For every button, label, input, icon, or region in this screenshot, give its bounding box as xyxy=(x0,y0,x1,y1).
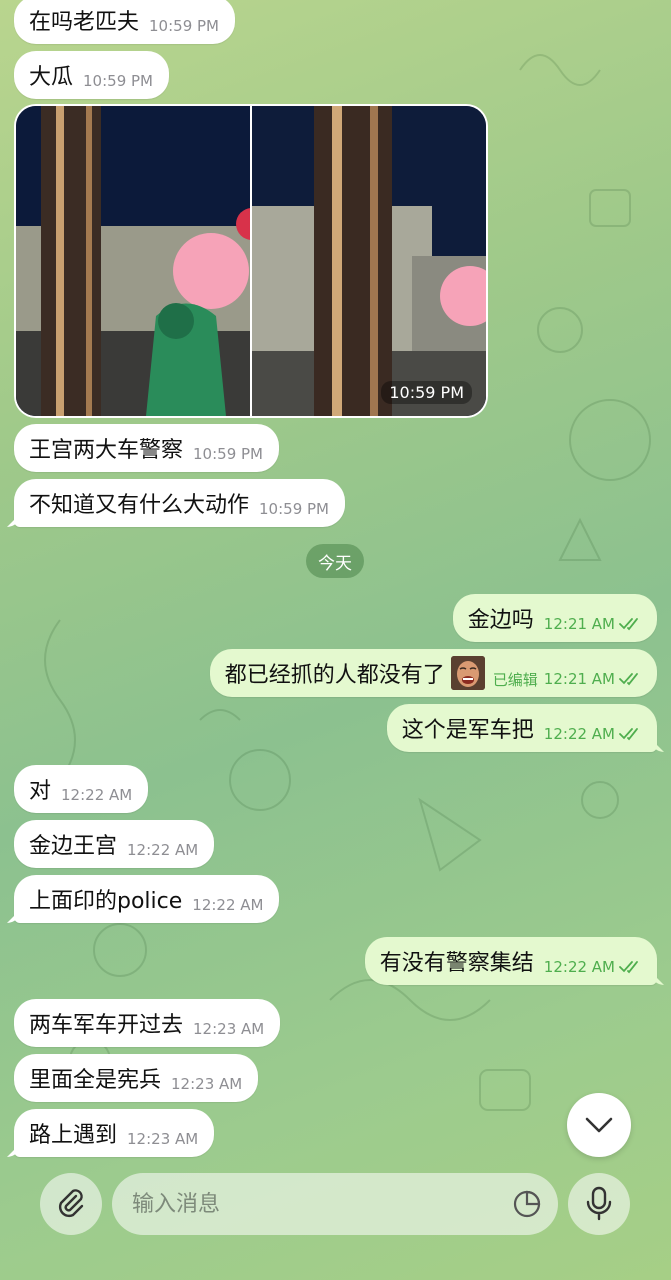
message-time: 12:21 AM xyxy=(543,615,615,633)
message-text: 这个是军车把 xyxy=(401,718,534,743)
voice-message-button[interactable] xyxy=(568,1173,630,1235)
message-time: 12:22 AM xyxy=(543,725,615,743)
photo-thumbnail[interactable]: 10:59 PM xyxy=(252,106,486,416)
message-time: 12:23 AM xyxy=(171,1075,243,1093)
message-input[interactable] xyxy=(130,1190,494,1218)
message-time: 12:21 AM xyxy=(543,670,615,688)
photo-album-message[interactable]: 10:59 PM xyxy=(14,104,488,418)
message-text: 有没有警察集结 xyxy=(379,951,534,976)
read-checkmarks-icon xyxy=(619,672,641,686)
read-checkmarks-icon xyxy=(619,727,641,741)
message-text: 金边王宫 xyxy=(29,834,118,859)
message-bubble-outgoing[interactable]: 这个是军车把 12:22 AM xyxy=(386,704,657,752)
message-bubble-outgoing[interactable]: 都已经抓的人都没有了 已编辑 12:21 AM xyxy=(209,649,657,697)
photo-timestamp: 10:59 PM xyxy=(381,381,472,404)
message-text: 都已经抓的人都没有了 xyxy=(224,663,445,688)
message-bubble[interactable]: 王宫两大车警察 10:59 PM xyxy=(14,424,279,472)
message-bubble[interactable]: 对 12:22 AM xyxy=(14,765,149,813)
read-checkmarks-icon xyxy=(619,617,641,631)
photo-thumbnail[interactable] xyxy=(16,106,250,416)
message-text: 大瓜 xyxy=(29,65,74,90)
message-bubble[interactable]: 两车军车开过去 12:23 AM xyxy=(14,999,281,1047)
message-bubble-outgoing[interactable]: 金边吗 12:21 AM xyxy=(452,594,657,642)
sticker-icon[interactable] xyxy=(512,1189,542,1223)
message-text: 不知道又有什么大动作 xyxy=(29,493,250,518)
message-time: 10:59 PM xyxy=(259,500,329,518)
message-time: 12:22 AM xyxy=(61,786,133,804)
message-bubble-outgoing[interactable]: 有没有警察集结 12:22 AM xyxy=(364,937,657,985)
message-text: 王宫两大车警察 xyxy=(29,438,184,463)
message-bubble[interactable]: 上面印的police 12:22 AM xyxy=(14,875,280,923)
laughing-face-emoji-icon xyxy=(450,656,485,690)
edited-label: 已编辑 xyxy=(492,670,538,689)
message-time: 10:59 PM xyxy=(149,17,219,35)
message-time: 12:22 AM xyxy=(127,841,199,859)
message-bubble[interactable]: 不知道又有什么大动作 10:59 PM xyxy=(14,479,345,527)
message-text: 两车军车开过去 xyxy=(29,1013,184,1038)
read-checkmarks-icon xyxy=(619,960,641,974)
message-text: 上面印的police xyxy=(29,889,183,914)
scroll-to-bottom-button[interactable] xyxy=(567,1093,631,1157)
message-bubble[interactable]: 路上遇到 12:23 AM xyxy=(14,1109,215,1157)
message-time: 12:22 AM xyxy=(192,896,264,914)
message-bubble[interactable]: 金边王宫 12:22 AM xyxy=(14,820,215,868)
photo-image xyxy=(16,106,250,416)
message-bubble[interactable]: 大瓜 10:59 PM xyxy=(14,51,169,99)
chevron-down-icon xyxy=(585,1117,613,1133)
message-text: 在吗老匹夫 xyxy=(29,10,140,35)
message-time: 10:59 PM xyxy=(193,445,263,463)
message-bubble[interactable]: 里面全是宪兵 12:23 AM xyxy=(14,1054,259,1102)
photo-image xyxy=(252,106,486,416)
microphone-icon xyxy=(586,1186,612,1221)
message-time: 12:23 AM xyxy=(193,1020,265,1038)
message-text: 里面全是宪兵 xyxy=(29,1068,162,1093)
message-time: 12:22 AM xyxy=(543,958,615,976)
message-time: 10:59 PM xyxy=(83,72,153,90)
message-input-container[interactable] xyxy=(112,1173,558,1235)
paperclip-icon xyxy=(58,1189,84,1218)
message-bubble[interactable]: 在吗老匹夫 10:59 PM xyxy=(14,0,235,44)
message-text: 金边吗 xyxy=(467,608,534,633)
date-divider: 今天 xyxy=(306,544,364,578)
message-time: 12:23 AM xyxy=(127,1130,199,1148)
attach-button[interactable] xyxy=(40,1173,102,1235)
message-text: 对 xyxy=(29,779,52,804)
message-text: 路上遇到 xyxy=(29,1123,118,1148)
